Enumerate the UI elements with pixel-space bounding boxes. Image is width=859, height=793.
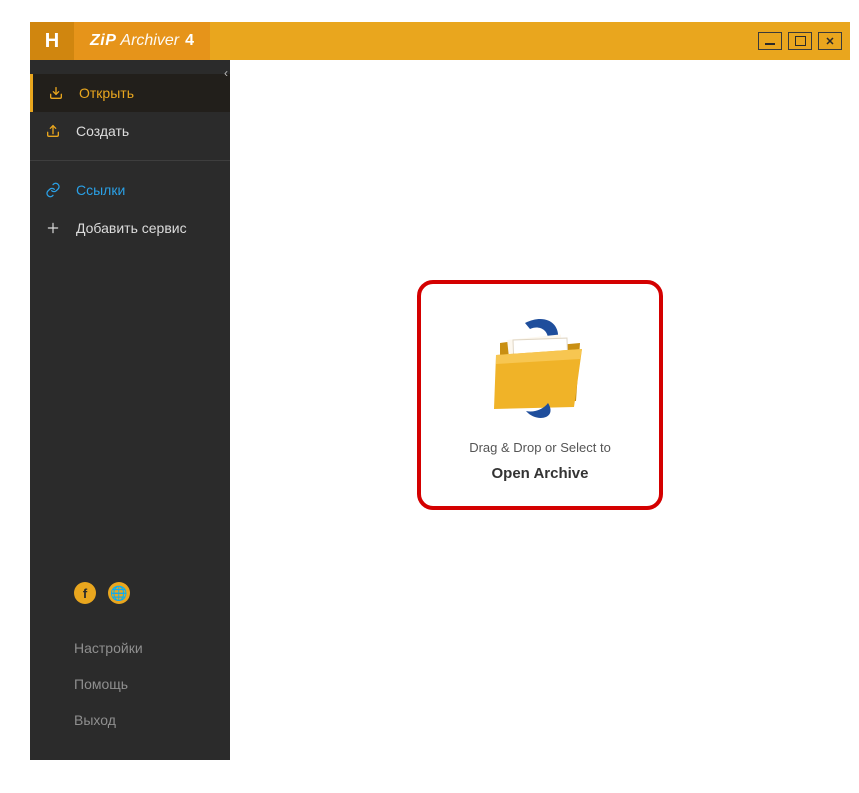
footer-exit[interactable]: Выход: [44, 702, 216, 738]
social-row: f 🌐: [44, 582, 216, 604]
folder-icon: [480, 309, 600, 429]
app-window: H ZiP Archiver 4 ✕ ‹: [30, 22, 850, 760]
spacer: [30, 60, 230, 74]
sidebar-item-create[interactable]: Создать: [30, 112, 230, 150]
folder-illustration: [480, 304, 600, 434]
sidebar-item-label: Создать: [76, 123, 129, 139]
maximize-button[interactable]: [788, 32, 812, 50]
sidebar-item-add-service[interactable]: Добавить сервис: [30, 209, 230, 247]
sidebar-item-links[interactable]: Ссылки: [30, 171, 230, 209]
sidebar-item-open[interactable]: Открыть: [30, 74, 230, 112]
footer-help[interactable]: Помощь: [44, 666, 216, 702]
facebook-icon: f: [83, 586, 87, 601]
drop-instruction: Drag & Drop or Select to: [469, 440, 611, 455]
title-spacer: [210, 22, 754, 60]
footer-settings[interactable]: Настройки: [44, 630, 216, 666]
close-icon: ✕: [825, 35, 834, 48]
sidebar-item-label: Открыть: [79, 85, 134, 101]
link-icon: [44, 181, 62, 199]
titlebar: H ZiP Archiver 4 ✕: [30, 22, 850, 60]
title-suffix: Archiver: [120, 32, 179, 50]
facebook-button[interactable]: f: [74, 582, 96, 604]
app-logo: H: [30, 22, 74, 60]
sidebar-item-label: Добавить сервис: [76, 220, 187, 236]
plus-icon: [44, 219, 62, 237]
minimize-button[interactable]: [758, 32, 782, 50]
open-icon: [47, 84, 65, 102]
body: ‹ Открыть: [30, 60, 850, 760]
logo-letter: H: [45, 30, 59, 53]
close-button[interactable]: ✕: [818, 32, 842, 50]
web-button[interactable]: 🌐: [108, 582, 130, 604]
sidebar-collapse-button[interactable]: ‹: [224, 66, 228, 80]
title-brand: ZiP: [90, 32, 116, 50]
open-archive-dropzone[interactable]: Drag & Drop or Select to Open Archive: [417, 280, 663, 510]
app-title: ZiP Archiver 4: [74, 22, 210, 60]
title-version: 4: [185, 32, 194, 50]
sidebar-item-label: Ссылки: [76, 182, 125, 198]
sidebar-bottom: f 🌐 Настройки Помощь Выход: [30, 566, 230, 760]
drop-action-label: Open Archive: [492, 465, 589, 482]
create-icon: [44, 122, 62, 140]
sidebar: ‹ Открыть: [30, 60, 230, 760]
divider: [30, 160, 230, 161]
main-area: Drag & Drop or Select to Open Archive: [230, 60, 850, 760]
window-controls: ✕: [754, 22, 850, 60]
globe-icon: 🌐: [110, 585, 127, 602]
